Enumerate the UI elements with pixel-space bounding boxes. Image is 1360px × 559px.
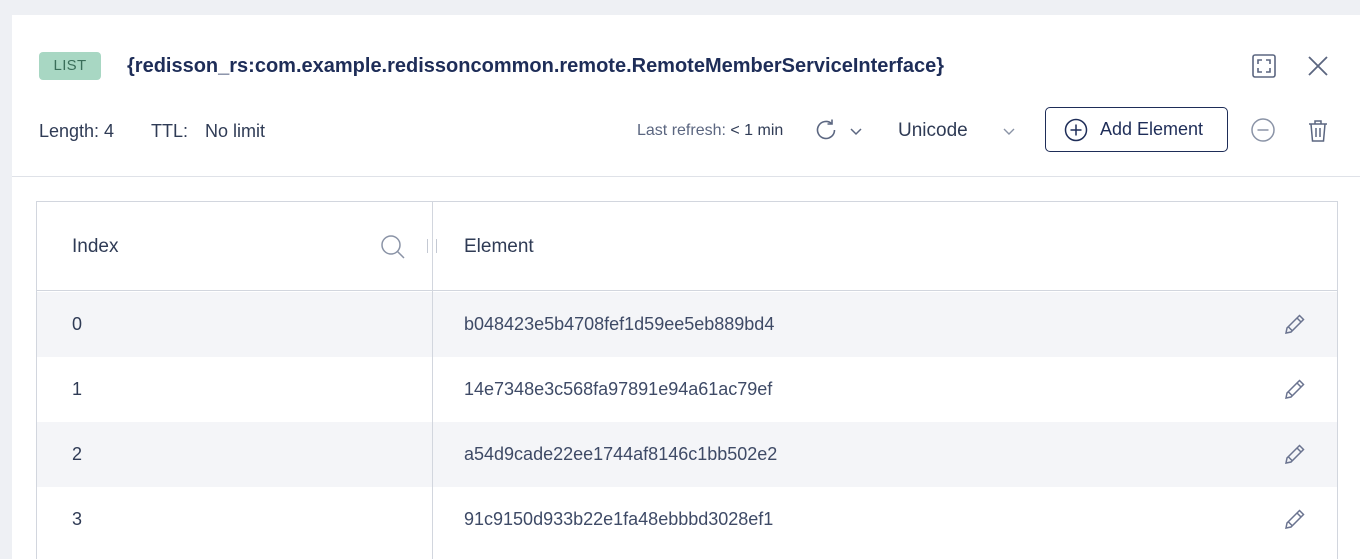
table-header: Index Element	[37, 202, 1337, 291]
row-index: 3	[72, 509, 83, 529]
search-icon	[379, 233, 407, 261]
pencil-icon	[1283, 442, 1307, 466]
index-search-button[interactable]	[378, 232, 408, 262]
close-button[interactable]	[1303, 51, 1333, 81]
add-element-button[interactable]: Add Element	[1045, 107, 1228, 152]
last-refresh: Last refresh: < 1 min	[637, 119, 783, 143]
pencil-icon	[1283, 312, 1307, 336]
table-row: 0 b048423e5b4708fef1d59ee5eb889bd4	[37, 292, 1337, 357]
refresh-button[interactable]	[812, 116, 840, 144]
plus-circle-icon	[1064, 118, 1088, 142]
key-details-panel: LIST {redisson_rs:com.example.redissonco…	[12, 15, 1360, 559]
edit-element-button[interactable]	[1281, 440, 1309, 468]
edit-element-button[interactable]	[1281, 375, 1309, 403]
close-icon	[1307, 55, 1329, 77]
list-elements-table: Index Element 0 b048423e5b4708fef1d59ee5…	[36, 201, 1338, 559]
ttl-value[interactable]: No limit	[205, 119, 265, 143]
row-element: a54d9cade22ee1744af8146c1bb502e2	[464, 444, 778, 464]
table-row: 3 91c9150d933b22e1fa48ebbbd3028ef1	[37, 487, 1337, 552]
edit-element-button[interactable]	[1281, 310, 1309, 338]
fullscreen-button[interactable]	[1249, 51, 1279, 81]
fullscreen-icon	[1251, 53, 1277, 79]
pencil-icon	[1283, 377, 1307, 401]
row-index: 1	[72, 379, 83, 399]
edit-element-button[interactable]	[1281, 505, 1309, 533]
format-select-value: Unicode	[898, 120, 968, 141]
ttl-label: TTL:	[151, 121, 189, 141]
header-divider	[12, 176, 1360, 177]
key-name[interactable]: {redisson_rs:com.example.redissoncommon.…	[127, 52, 944, 80]
row-element: 14e7348e3c568fa97891e94a61ac79ef	[464, 379, 773, 399]
minus-circle-icon	[1250, 117, 1276, 143]
row-element: 91c9150d933b22e1fa48ebbbd3028ef1	[464, 509, 774, 529]
chevron-down-icon	[999, 121, 1019, 141]
pencil-icon	[1283, 507, 1307, 531]
add-element-label: Add Element	[1100, 119, 1204, 139]
last-refresh-label: Last refresh:	[637, 122, 726, 139]
delete-key-button[interactable]	[1303, 116, 1333, 146]
refresh-icon	[813, 117, 839, 143]
row-index: 2	[72, 444, 83, 464]
column-header-index: Index	[72, 236, 119, 257]
column-divider	[432, 202, 433, 559]
length-label: Length: 4	[39, 121, 115, 141]
key-type-badge: LIST	[39, 52, 101, 80]
row-index: 0	[72, 314, 83, 334]
chevron-down-icon	[849, 126, 863, 136]
remove-elements-button[interactable]	[1249, 116, 1277, 144]
auto-refresh-menu-button[interactable]	[846, 121, 866, 141]
format-select[interactable]: Unicode	[898, 115, 1028, 147]
column-header-element: Element	[464, 236, 534, 257]
table-row: 1 14e7348e3c568fa97891e94a61ac79ef	[37, 357, 1337, 422]
last-refresh-value: < 1 min	[730, 122, 784, 139]
table-row: 2 a54d9cade22ee1744af8146c1bb502e2	[37, 422, 1337, 487]
row-element: b048423e5b4708fef1d59ee5eb889bd4	[464, 314, 775, 334]
trash-icon	[1306, 118, 1330, 144]
